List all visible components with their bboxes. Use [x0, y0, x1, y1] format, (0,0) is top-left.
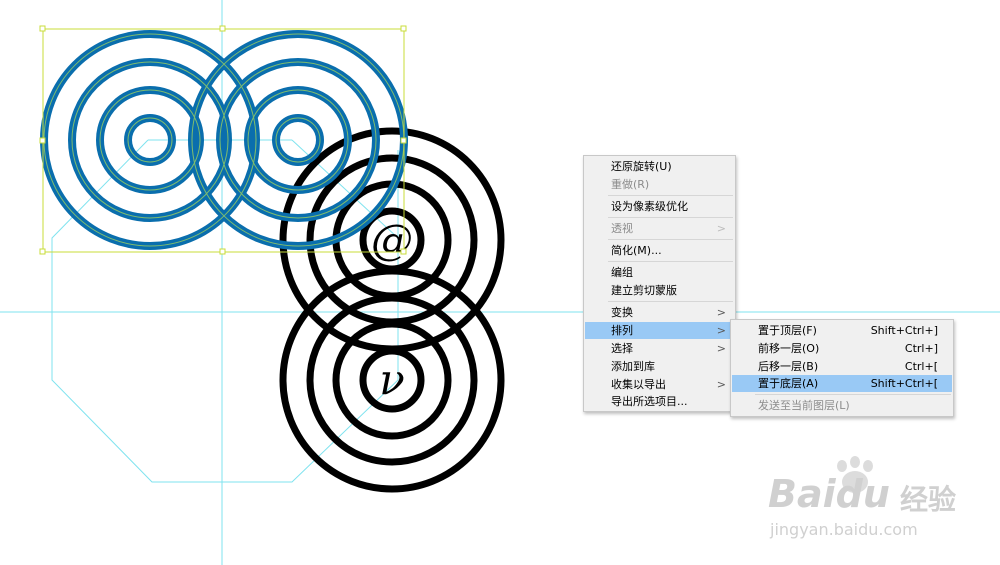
menu-item-perspective: 透视 > — [585, 220, 734, 237]
selected-infinity-shape[interactable] — [40, 30, 408, 250]
menu-item-label: 设为像素级优化 — [611, 200, 688, 213]
submenu-item-bring-to-front[interactable]: 置于顶层(F) Shift+Ctrl+] — [732, 322, 952, 339]
chevron-right-icon: > — [716, 306, 726, 319]
menu-item-simplify[interactable]: 简化(M)... — [585, 242, 734, 259]
menu-item-label: 编组 — [611, 266, 633, 279]
menu-item-label: 添加到库 — [611, 360, 655, 373]
watermark-url: jingyan.baidu.com — [770, 520, 918, 539]
menu-separator — [608, 195, 733, 196]
menu-separator — [755, 394, 951, 395]
submenu-item-send-to-back[interactable]: 置于底层(A) Shift+Ctrl+[ — [732, 375, 952, 392]
menu-item-label: 建立剪切蒙版 — [611, 284, 677, 297]
context-menu[interactable]: 还原旋转(U) 重做(R) 设为像素级优化 透视 > 简化(M)... 编组 建立… — [583, 155, 736, 412]
chevron-right-icon: > — [716, 342, 726, 355]
menu-item-label: 重做(R) — [611, 178, 650, 191]
menu-item-add-to-library[interactable]: 添加到库 — [585, 358, 734, 375]
menu-item-label: 排列 — [611, 324, 633, 337]
nu-glyph: ν — [379, 355, 405, 404]
menu-item-label: 选择 — [611, 342, 633, 355]
menu-item-redo: 重做(R) — [585, 176, 734, 193]
chevron-right-icon: > — [716, 222, 726, 235]
menu-item-label: 收集以导出 — [611, 378, 666, 391]
watermark-brand: Baidu — [768, 472, 890, 516]
menu-separator — [608, 301, 733, 302]
submenu-item-label: 置于顶层(F) — [758, 324, 817, 337]
menu-item-label: 变换 — [611, 306, 633, 319]
menu-item-undo-rotate[interactable]: 还原旋转(U) — [585, 158, 734, 175]
submenu-item-label: 发送至当前图层(L) — [758, 399, 850, 412]
shortcut-label: Ctrl+[ — [904, 360, 938, 373]
shortcut-label: Ctrl+] — [904, 342, 938, 355]
menu-item-arrange[interactable]: 排列 > — [585, 322, 734, 339]
chevron-right-icon: > — [716, 324, 726, 337]
menu-item-transform[interactable]: 变换 > — [585, 304, 734, 321]
submenu-item-label: 后移一层(B) — [758, 360, 819, 373]
menu-item-label: 还原旋转(U) — [611, 160, 672, 173]
shortcut-label: Shift+Ctrl+[ — [870, 377, 938, 390]
at-glyph: @ — [371, 215, 413, 264]
submenu-item-label: 置于底层(A) — [758, 377, 819, 390]
shortcut-label: Shift+Ctrl+] — [870, 324, 938, 337]
watermark-brand-cn: 经验 — [900, 483, 957, 516]
menu-item-export-selection[interactable]: 导出所选项目... — [585, 393, 734, 410]
menu-item-label: 简化(M)... — [611, 244, 662, 257]
menu-item-pixel-optimize[interactable]: 设为像素级优化 — [585, 198, 734, 215]
menu-separator — [608, 217, 733, 218]
menu-separator — [608, 261, 733, 262]
menu-item-select[interactable]: 选择 > — [585, 340, 734, 357]
chevron-right-icon: > — [716, 378, 726, 391]
submenu-item-send-to-current-layer: 发送至当前图层(L) — [732, 397, 952, 414]
menu-item-clipping-mask[interactable]: 建立剪切蒙版 — [585, 282, 734, 299]
menu-item-collect-for-export[interactable]: 收集以导出 > — [585, 376, 734, 393]
submenu-item-send-backward[interactable]: 后移一层(B) Ctrl+[ — [732, 358, 952, 375]
menu-item-group[interactable]: 编组 — [585, 264, 734, 281]
arrange-submenu[interactable]: 置于顶层(F) Shift+Ctrl+] 前移一层(O) Ctrl+] 后移一层(B… — [730, 319, 954, 417]
menu-item-label: 导出所选项目... — [611, 395, 688, 408]
submenu-item-label: 前移一层(O) — [758, 342, 820, 355]
submenu-item-bring-forward[interactable]: 前移一层(O) Ctrl+] — [732, 340, 952, 357]
menu-separator — [608, 239, 733, 240]
menu-item-label: 透视 — [611, 222, 633, 235]
